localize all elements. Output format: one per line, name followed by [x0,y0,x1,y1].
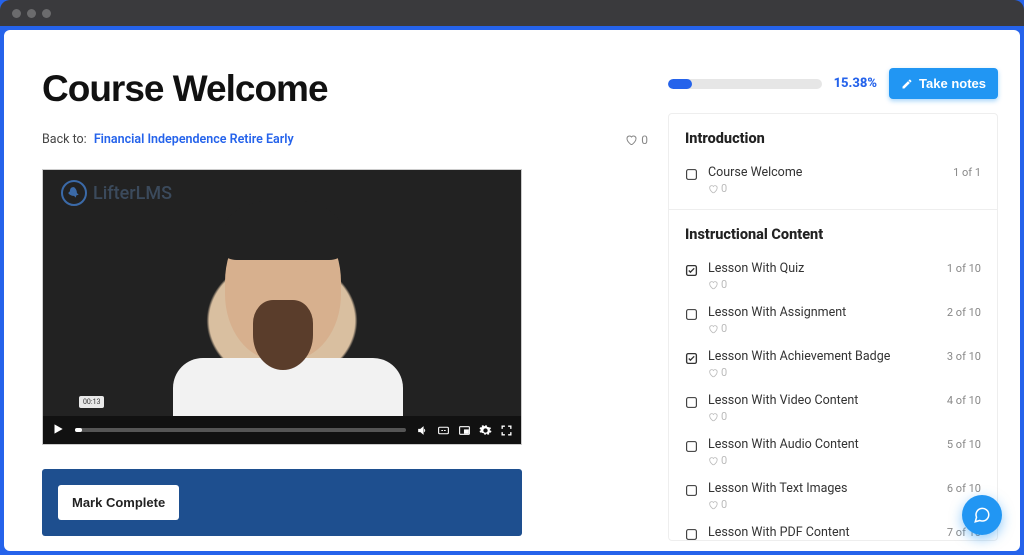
fullscreen-icon[interactable] [500,424,513,437]
main-column: Course Welcome Back to: Financial Indepe… [4,30,668,551]
window-dot [27,9,36,18]
lesson-like[interactable]: 0 [708,498,981,511]
lesson-item[interactable]: Lesson With Assignment 2 of 10 0 [669,299,997,343]
lesson-like[interactable]: 0 [708,322,981,335]
page-surface: Course Welcome Back to: Financial Indepe… [4,30,1020,551]
lesson-like[interactable]: 0 [708,182,981,195]
lesson-item[interactable]: Lesson With Audio Content 5 of 10 0 [669,431,997,475]
video-time-badge: 00:13 [79,396,104,408]
back-label: Back to: [42,132,87,147]
side-column: 15.38% Take notes IntroductionCourse Wel… [668,30,1020,551]
lesson-progress-count: 3 of 10 [947,350,981,363]
lesson-like-count: 0 [721,322,727,335]
video-player[interactable]: LifterLMS 00:13 [42,169,522,445]
take-notes-label: Take notes [919,76,986,91]
lesson-like[interactable]: 0 [625,133,648,147]
lesson-like[interactable]: 0 [708,454,981,467]
browser-titlebar [0,0,1024,26]
lesson-like-count: 0 [721,366,727,379]
checkbox-icon[interactable] [685,166,698,179]
section-title: Introduction [669,114,997,159]
window-dot [42,9,51,18]
video-brand-text: LifterLMS [93,183,172,204]
progress-bar [668,79,822,89]
checkbox-icon[interactable] [685,394,698,407]
settings-gear-icon[interactable] [479,424,492,437]
pencil-icon [901,78,913,90]
lesson-item[interactable]: Lesson With Quiz 1 of 10 0 [669,255,997,299]
lesson-item[interactable]: Lesson With Text Images 6 of 10 0 [669,475,997,519]
video-controls [43,416,521,444]
video-thumbnail-beard [253,300,313,370]
lesson-progress-count: 1 of 1 [953,166,981,179]
lesson-like-count: 0 [721,182,727,195]
lesson-progress-count: 6 of 10 [947,482,981,495]
complete-bar: Mark Complete [42,469,522,536]
lesson-item[interactable]: Course Welcome 1 of 1 0 [669,159,997,203]
progress-fill [668,79,692,89]
checkbox-icon[interactable] [685,526,698,539]
section-title: Instructional Content [669,210,997,255]
back-to-course-link[interactable]: Financial Independence Retire Early [94,132,294,147]
lesson-title[interactable]: Lesson With Achievement Badge [708,349,937,364]
lesson-like[interactable]: 0 [708,278,981,291]
lesson-like[interactable]: 0 [708,410,981,423]
lesson-item[interactable]: Lesson With Achievement Badge 3 of 10 0 [669,343,997,387]
lesson-like-count: 0 [721,410,727,423]
lesson-title[interactable]: Lesson With Assignment [708,305,937,320]
play-button[interactable] [51,421,65,440]
video-scrubber-fill [75,428,82,432]
lesson-title[interactable]: Course Welcome [708,165,943,180]
lesson-progress-count: 2 of 10 [947,306,981,319]
captions-icon[interactable] [437,424,450,437]
volume-icon[interactable] [416,424,429,437]
rocket-icon [61,180,87,206]
lesson-title[interactable]: Lesson With Text Images [708,481,937,496]
lesson-progress-count: 1 of 10 [947,262,981,275]
take-notes-button[interactable]: Take notes [889,68,998,99]
checkbox-icon[interactable] [685,482,698,495]
lesson-title[interactable]: Lesson With Audio Content [708,437,937,452]
lesson-item[interactable]: Lesson With PDF Content7 of 100 [669,519,997,541]
lesson-title[interactable]: Lesson With PDF Content [708,525,937,540]
lesson-progress-count: 5 of 10 [947,438,981,451]
chat-bubble-icon [973,506,991,524]
syllabus-panel[interactable]: IntroductionCourse Welcome1 of 10Instruc… [668,113,998,541]
lesson-progress-count: 4 of 10 [947,394,981,407]
progress-row: 15.38% Take notes [668,68,998,99]
pip-icon[interactable] [458,424,471,437]
video-scrubber[interactable] [75,428,406,432]
video-brand-overlay: LifterLMS [61,180,172,206]
checkbox-icon[interactable] [685,350,698,363]
lesson-title[interactable]: Lesson With Quiz [708,261,937,276]
video-thumbnail-cap [225,200,341,260]
lesson-like[interactable]: 0 [708,366,981,379]
help-chat-button[interactable] [962,495,1002,535]
like-count: 0 [641,133,648,147]
breadcrumb-row: Back to: Financial Independence Retire E… [42,132,648,147]
lesson-like-count: 0 [721,454,727,467]
progress-percent: 15.38% [834,76,877,91]
lesson-like-count: 0 [721,498,727,511]
lesson-title[interactable]: Lesson With Video Content [708,393,937,408]
window-dot [12,9,21,18]
checkbox-icon[interactable] [685,306,698,319]
lesson-item[interactable]: Lesson With Video Content 4 of 10 0 [669,387,997,431]
page-title: Course Welcome [42,68,648,110]
checkbox-icon[interactable] [685,438,698,451]
mark-complete-button[interactable]: Mark Complete [58,485,179,520]
heart-icon [625,134,637,146]
checkbox-icon[interactable] [685,262,698,275]
lesson-like-count: 0 [721,278,727,291]
